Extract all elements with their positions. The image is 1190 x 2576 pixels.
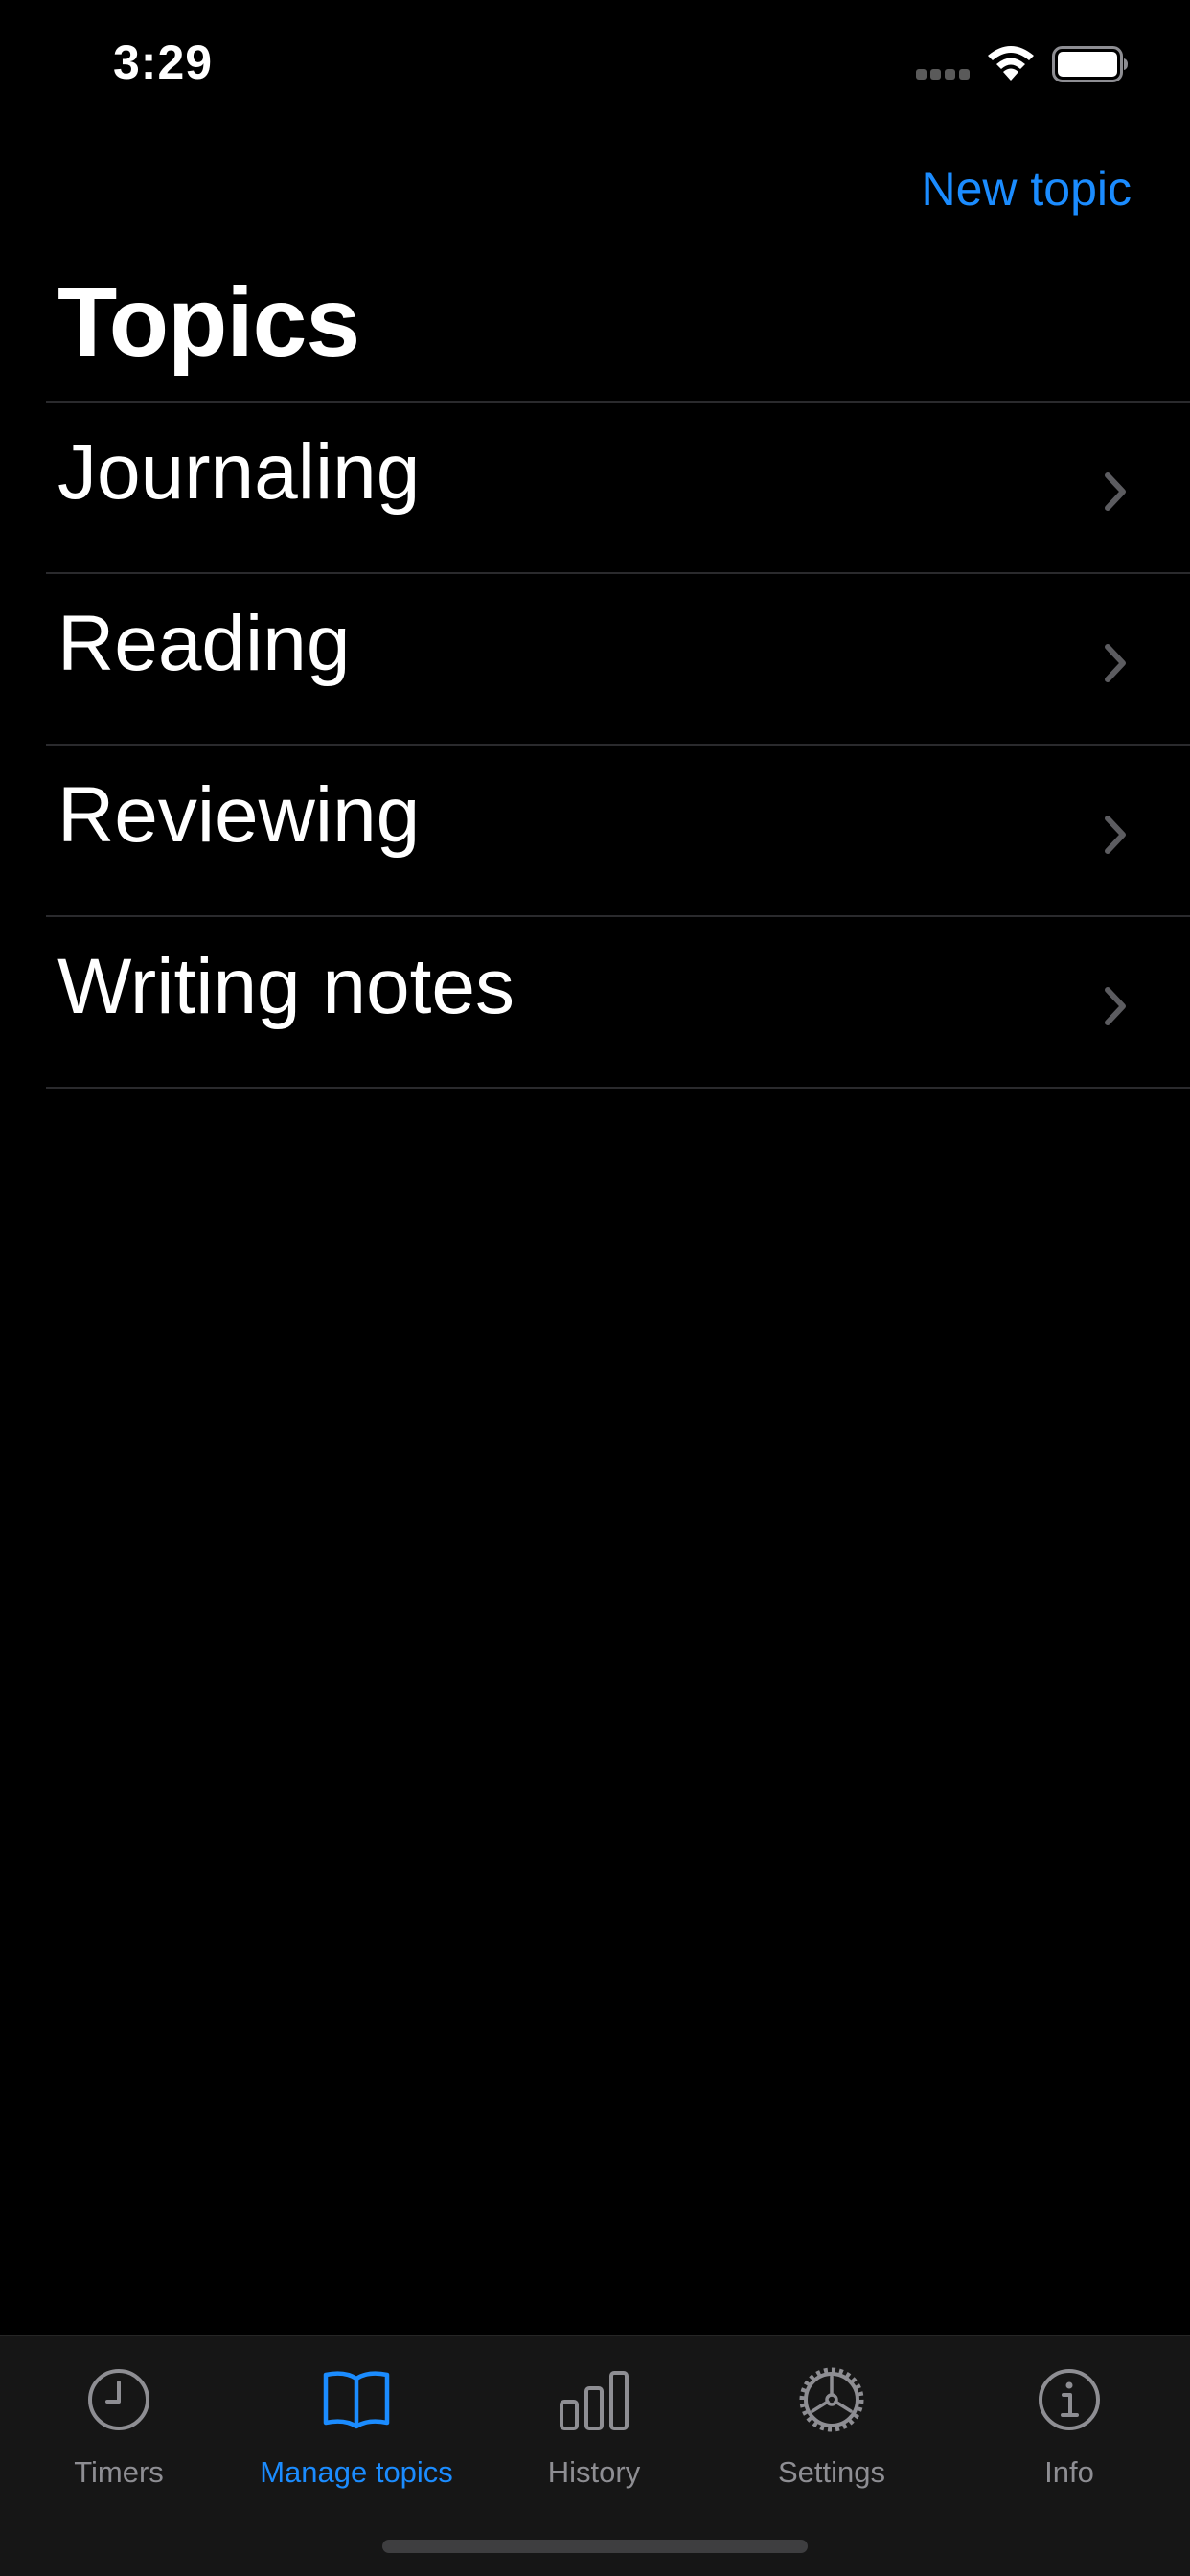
topic-label: Reading (57, 600, 351, 687)
tab-info[interactable]: Info (950, 2336, 1188, 2499)
new-topic-button[interactable]: New topic (921, 161, 1132, 217)
tab-label: Manage topics (260, 2455, 453, 2489)
home-indicator[interactable] (382, 2540, 808, 2553)
gear-icon (799, 2367, 864, 2432)
chevron-right-icon (1105, 987, 1126, 1025)
topic-list: Journaling Reading Reviewing Writing not… (0, 401, 1190, 1089)
list-item[interactable]: Reading (0, 574, 1190, 744)
screen: 3:29 New topic Topics Journaling Reading (0, 0, 1190, 2576)
tab-label: Settings (777, 2455, 885, 2489)
book-icon (323, 2371, 390, 2429)
status-bar: 3:29 (0, 0, 1190, 134)
tab-history[interactable]: History (475, 2336, 713, 2499)
status-time: 3:29 (113, 35, 214, 89)
cellular-signal-icon (916, 69, 972, 80)
chevron-right-icon (1105, 816, 1126, 854)
topic-label: Writing notes (57, 943, 515, 1030)
clock-icon (88, 2369, 149, 2430)
chevron-right-icon (1105, 472, 1126, 511)
battery-icon (1052, 46, 1128, 82)
info-icon (1039, 2369, 1100, 2430)
topic-label: Journaling (57, 428, 421, 516)
tab-settings[interactable]: Settings (713, 2336, 950, 2499)
list-item[interactable]: Writing notes (0, 917, 1190, 1087)
bar-chart-icon (560, 2371, 629, 2430)
topic-label: Reviewing (57, 771, 421, 859)
list-divider (46, 1087, 1190, 1089)
tab-timers[interactable]: Timers (0, 2336, 238, 2499)
tab-label: History (547, 2455, 641, 2489)
tab-label: Info (1044, 2455, 1094, 2489)
chevron-right-icon (1105, 644, 1126, 682)
tab-label: Timers (74, 2455, 164, 2489)
page-title: Topics (57, 267, 360, 377)
wifi-icon (988, 46, 1034, 80)
list-item[interactable]: Reviewing (0, 746, 1190, 915)
tab-manage-topics[interactable]: Manage topics (238, 2336, 475, 2499)
list-item[interactable]: Journaling (0, 402, 1190, 572)
